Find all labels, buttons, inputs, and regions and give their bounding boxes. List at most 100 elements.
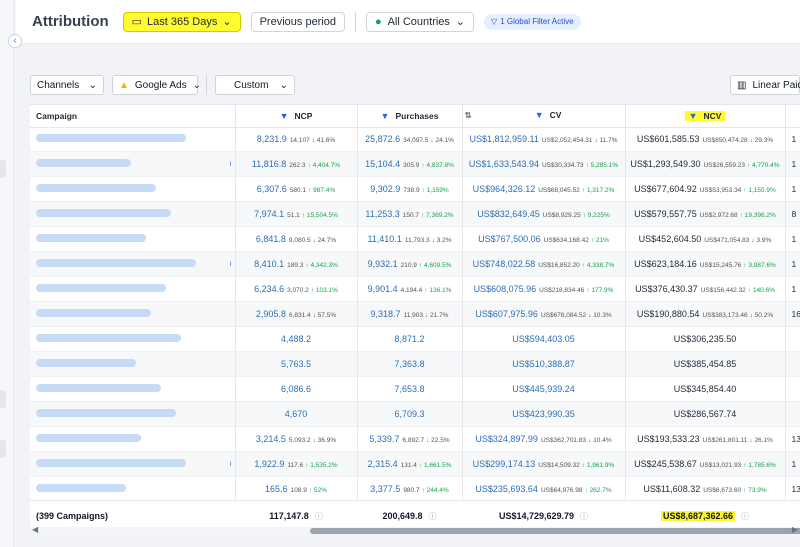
metric-value[interactable]: US$1,293,549.30 bbox=[630, 159, 700, 169]
campaign-name[interactable] bbox=[30, 127, 236, 152]
metric-value[interactable]: US$376,430.37 bbox=[635, 284, 698, 294]
campaign-name[interactable] bbox=[30, 176, 236, 202]
scrollbar-thumb[interactable] bbox=[310, 528, 800, 534]
info-icon[interactable]: ⓘ bbox=[315, 511, 323, 522]
global-filter-badge[interactable]: ▽ 1 Global Filter Active bbox=[484, 13, 581, 30]
metric-value[interactable]: 3,214.5 bbox=[256, 434, 286, 444]
metric-value[interactable]: US$423,990.35 bbox=[512, 409, 575, 419]
metric-value[interactable]: 9,901.4 bbox=[368, 284, 398, 294]
info-icon[interactable]: ⓘ bbox=[741, 511, 749, 522]
metric-value[interactable]: US$452,604.50 bbox=[639, 234, 702, 244]
table-row[interactable]: ı 1,922.9 117.6 ↑ 1,535.2% 2,315.4 131.4 ↑ 1,6… bbox=[30, 451, 800, 477]
table-row[interactable]: 6,307.6 580.1 ↑ 987.4% 9,302.9 738.9 ↑ 1,159%… bbox=[30, 176, 800, 202]
metric-value[interactable]: US$832,649.45 bbox=[477, 209, 540, 219]
metric-value[interactable]: US$11,608.32 bbox=[643, 484, 700, 494]
campaign-name[interactable] bbox=[30, 351, 236, 377]
scroll-right-icon[interactable]: ▶ bbox=[792, 525, 798, 534]
attribution-model-select[interactable]: ▥ Linear Paid bbox=[730, 75, 800, 95]
table-row[interactable]: ı 11,816.8 262.3 ↑ 4,404.7% 15,104.4 305.9 ↑ 4… bbox=[30, 151, 800, 177]
metric-value[interactable]: US$306,235.50 bbox=[674, 334, 737, 344]
metric-value[interactable]: US$677,604.92 bbox=[634, 184, 697, 194]
metric-value[interactable]: US$623,184.16 bbox=[634, 259, 697, 269]
campaign-name[interactable]: ı bbox=[30, 451, 236, 477]
metric-value[interactable]: US$190,880.54 bbox=[637, 309, 700, 319]
metric-value[interactable]: 4,670 bbox=[285, 409, 308, 419]
campaign-name[interactable] bbox=[30, 426, 236, 452]
metric-value[interactable]: 6,841.8 bbox=[256, 234, 286, 244]
table-row[interactable]: ı 8,410.1 189.3 ↑ 4,342.3% 9,932.1 210.9 ↑ 4,6… bbox=[30, 251, 800, 277]
metric-value[interactable]: US$385,454.85 bbox=[674, 359, 737, 369]
campaign-name[interactable] bbox=[30, 301, 236, 327]
metric-value[interactable]: US$445,939.24 bbox=[512, 384, 575, 394]
table-row[interactable]: 7,974.1 51.1 ↑ 15,504.5% 11,253.3 150.7 ↑ 7,3… bbox=[30, 201, 800, 227]
metric-value[interactable]: 11,253.3 bbox=[365, 209, 399, 219]
scroll-left-icon[interactable]: ◀ bbox=[32, 525, 38, 534]
metric-value[interactable]: US$235,693.64 bbox=[475, 484, 538, 494]
metric-value[interactable]: US$579,557.75 bbox=[634, 209, 697, 219]
table-row[interactable]: 3,214.5 5,093.2 ↓ 36.9% 5,339.7 6,892.7 ↓ 22.… bbox=[30, 426, 800, 452]
column-header-purchases[interactable]: ▼ Purchases bbox=[357, 105, 463, 128]
metric-value[interactable]: 8,231.9 bbox=[257, 134, 287, 144]
horizontal-scrollbar[interactable]: ◀ ▶ bbox=[30, 525, 800, 535]
metric-value[interactable]: US$748,022.58 bbox=[473, 259, 536, 269]
metric-value[interactable]: US$1,812,959.11 bbox=[469, 134, 538, 144]
campaign-name[interactable]: ı bbox=[30, 251, 236, 277]
metric-value[interactable]: 11,816.8 bbox=[252, 159, 286, 169]
metric-value[interactable]: US$594,403.05 bbox=[512, 334, 575, 344]
metric-value[interactable]: US$286,567.74 bbox=[674, 409, 737, 419]
metric-value[interactable]: US$193,533.23 bbox=[637, 434, 700, 444]
table-row[interactable]: 5,763.5 7,363.8 US$510,388.87 US$385,454.85 bbox=[30, 351, 800, 377]
metric-value[interactable]: 7,363.8 bbox=[394, 359, 424, 369]
metric-value[interactable]: 5,763.5 bbox=[281, 359, 311, 369]
campaign-name[interactable] bbox=[30, 476, 236, 502]
table-row[interactable]: 6,086.6 7,653.8 US$445,939.24 US$345,854.40 bbox=[30, 376, 800, 402]
metric-value[interactable]: 25,872.6 bbox=[365, 134, 400, 144]
column-header-ncp[interactable]: ▼ NCP bbox=[235, 105, 358, 128]
metric-value[interactable]: US$601,585.53 bbox=[637, 134, 700, 144]
metric-value[interactable]: US$964,326.12 bbox=[473, 184, 536, 194]
metric-value[interactable]: 7,974.1 bbox=[254, 209, 284, 219]
metric-value[interactable]: 5,339.7 bbox=[369, 434, 399, 444]
info-icon[interactable]: ⓘ bbox=[429, 511, 437, 522]
metric-value[interactable]: 6,307.6 bbox=[257, 184, 287, 194]
metric-value[interactable]: 2,315.4 bbox=[368, 459, 398, 469]
campaign-name[interactable] bbox=[30, 201, 236, 227]
metric-value[interactable]: 9,318.7 bbox=[371, 309, 401, 319]
metric-value[interactable]: 3,377.5 bbox=[370, 484, 400, 494]
campaign-name[interactable] bbox=[30, 401, 236, 427]
metric-value[interactable]: 7,653.8 bbox=[394, 384, 424, 394]
metric-value[interactable]: 9,302.9 bbox=[370, 184, 400, 194]
metric-value[interactable]: 1,922.9 bbox=[254, 459, 284, 469]
table-row[interactable]: 8,231.9 14,107 ↓ 41.6% 25,872.6 34,097.5 ↓ 24… bbox=[30, 127, 800, 152]
campaign-name[interactable] bbox=[30, 326, 236, 352]
metric-value[interactable]: 8,871.2 bbox=[394, 334, 424, 344]
metric-value[interactable]: 6,086.6 bbox=[281, 384, 311, 394]
metric-value[interactable]: 6,709.3 bbox=[394, 409, 424, 419]
metric-value[interactable]: US$607,975.96 bbox=[475, 309, 538, 319]
source-select[interactable]: ▲ Google Ads ⌄ bbox=[112, 75, 201, 95]
table-row[interactable]: 6,841.8 9,080.5 ↓ 24.7% 11,410.1 11,793.3 ↓ 3… bbox=[30, 226, 800, 252]
column-header-campaign[interactable]: Campaign bbox=[30, 105, 236, 128]
metric-value[interactable]: 11,410.1 bbox=[367, 234, 401, 244]
metric-value[interactable]: 2,905.8 bbox=[256, 309, 286, 319]
campaign-name[interactable] bbox=[30, 376, 236, 402]
table-row[interactable]: 2,905.8 6,831.4 ↓ 57.5% 9,318.7 11,903 ↓ 21.7… bbox=[30, 301, 800, 327]
metric-value[interactable]: US$608,075.96 bbox=[474, 284, 537, 294]
metric-value[interactable]: 15,104.4 bbox=[365, 159, 400, 169]
nav-tick[interactable] bbox=[0, 440, 6, 458]
collapse-sidebar-button[interactable]: ‹ bbox=[8, 34, 22, 48]
table-row[interactable]: 6,234.6 3,070.2 ↑ 103.1% 9,901.4 4,194.4 ↑ 13… bbox=[30, 276, 800, 302]
nav-tick[interactable] bbox=[0, 390, 6, 408]
campaign-name[interactable] bbox=[30, 276, 236, 302]
campaign-name[interactable]: ı bbox=[30, 151, 236, 177]
campaign-name[interactable] bbox=[30, 226, 236, 252]
metric-value[interactable]: 8,410.1 bbox=[254, 259, 284, 269]
metric-value[interactable]: 4,488.2 bbox=[281, 334, 311, 344]
column-header-ncv[interactable]: ▼ NCV bbox=[625, 105, 786, 128]
metric-value[interactable]: US$299,174.13 bbox=[473, 459, 536, 469]
country-select[interactable]: ● All Countries ⌄ bbox=[366, 11, 475, 32]
column-header-cv[interactable]: ⇅ ▼ CV bbox=[462, 105, 626, 128]
table-row[interactable]: 165.6 108.9 ↑ 52% 3,377.5 980.7 ↑ 244.4% US$23… bbox=[30, 476, 800, 502]
previous-period-button[interactable]: Previous period bbox=[250, 11, 346, 32]
date-range-select[interactable]: ▭ Last 365 Days ⌄ bbox=[122, 11, 241, 32]
